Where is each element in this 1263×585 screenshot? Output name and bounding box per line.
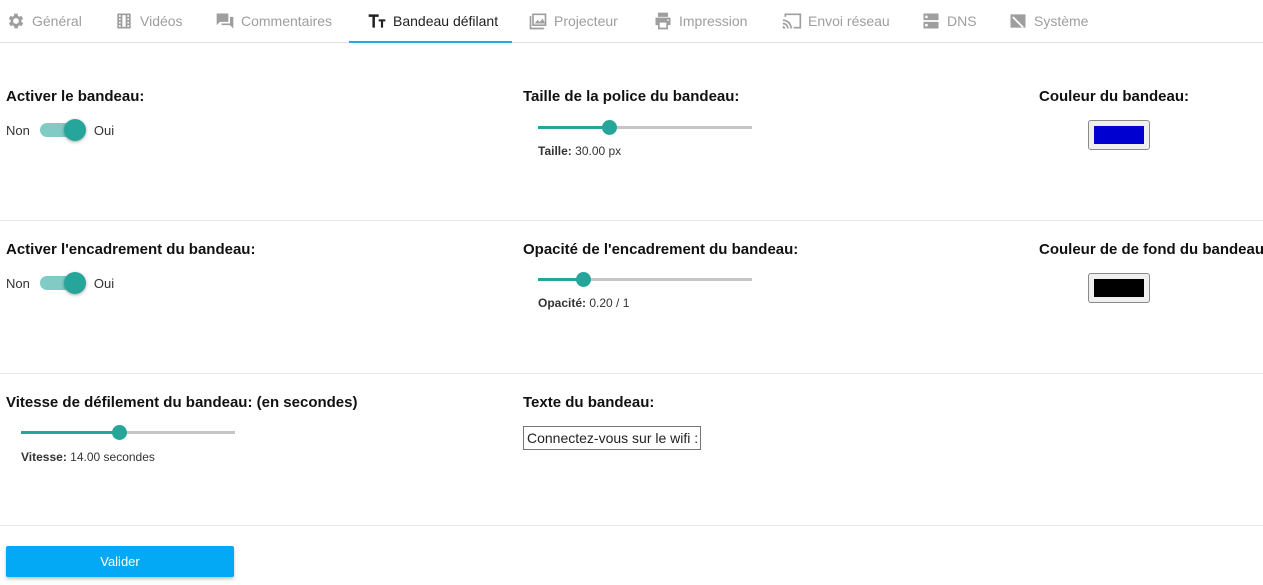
caption-key: Vitesse:	[21, 450, 67, 464]
frame-opacity-slider[interactable]	[538, 269, 752, 289]
switch-off-label: Non	[6, 275, 30, 291]
banner-color-swatch	[1094, 126, 1144, 144]
caption-value: 0.20 / 1	[589, 296, 630, 310]
cast-icon	[782, 11, 802, 31]
text-size-icon	[367, 11, 387, 31]
tab-label: Bandeau défilant	[393, 13, 499, 29]
tab-label: Impression	[679, 13, 748, 29]
background-color-swatch	[1094, 279, 1144, 297]
switch-thumb	[63, 272, 86, 294]
caption-value: 30.00 px	[575, 144, 622, 158]
comments-icon	[215, 11, 235, 31]
no-system-icon	[1008, 11, 1028, 31]
switch-off-label: Non	[6, 122, 30, 138]
tab-label: Commentaires	[241, 13, 333, 29]
banner-color-label: Couleur du bandeau:	[1039, 88, 1189, 105]
scroll-speed-label: Vitesse de défilement du bandeau: (en se…	[6, 394, 358, 411]
tab-projector[interactable]: Projecteur	[528, 0, 618, 42]
tab-label: Envoi réseau	[808, 13, 890, 29]
enable-banner-switch-row: Non Oui	[6, 119, 115, 141]
frame-opacity-label: Opacité de l'encadrement du bandeau:	[523, 241, 799, 258]
caption-key: Taille:	[538, 144, 572, 158]
film-icon	[114, 11, 134, 31]
font-size-value: Taille: 30.00 px	[538, 144, 621, 158]
font-size-label: Taille de la police du bandeau:	[523, 88, 740, 105]
caption-value: 14.00 secondes	[70, 450, 155, 464]
font-size-slider[interactable]	[538, 117, 752, 137]
printer-icon	[653, 11, 673, 31]
tab-comments[interactable]: Commentaires	[215, 0, 332, 42]
slider-fill	[21, 431, 120, 434]
enable-frame-switch-row: Non Oui	[6, 272, 115, 294]
tab-scrolling-banner[interactable]: Bandeau défilant	[348, 0, 513, 43]
tab-network-cast[interactable]: Envoi réseau	[782, 0, 890, 42]
banner-text-input[interactable]	[523, 426, 701, 450]
caption-key: Opacité:	[538, 296, 587, 310]
banner-text-label: Texte du bandeau:	[523, 394, 655, 411]
scroll-speed-value: Vitesse: 14.00 secondes	[21, 450, 155, 464]
slider-handle[interactable]	[575, 272, 591, 287]
tab-label: Système	[1034, 13, 1089, 29]
dns-icon	[921, 11, 941, 31]
tab-label: Général	[32, 13, 82, 29]
tab-print[interactable]: Impression	[653, 0, 747, 42]
switch-on-label: Oui	[93, 122, 115, 138]
section-divider	[0, 525, 1263, 526]
tab-dns[interactable]: DNS	[921, 0, 977, 42]
tab-videos[interactable]: Vidéos	[114, 0, 183, 42]
image-icon	[528, 11, 548, 31]
switch-thumb	[63, 119, 86, 141]
background-color-picker[interactable]	[1088, 273, 1150, 303]
gear-icon	[6, 11, 26, 31]
enable-frame-label: Activer l'encadrement du bandeau:	[6, 241, 256, 258]
tab-label: Vidéos	[140, 13, 183, 29]
section-divider	[0, 220, 1263, 221]
scroll-speed-slider[interactable]	[21, 422, 235, 442]
tab-label: Projecteur	[554, 13, 618, 29]
switch-on-label: Oui	[93, 275, 115, 291]
background-color-label: Couleur de de fond du bandeau:	[1039, 241, 1263, 258]
tab-label: DNS	[947, 13, 977, 29]
banner-color-picker[interactable]	[1088, 120, 1150, 150]
enable-banner-label: Activer le bandeau:	[6, 88, 145, 105]
section-divider	[0, 373, 1263, 374]
enable-frame-toggle[interactable]	[39, 272, 86, 294]
settings-tab-bar: Général Vidéos Commentaires Bandeau défi…	[0, 0, 1263, 43]
tab-general[interactable]: Général	[6, 0, 82, 42]
tab-system[interactable]: Système	[1008, 0, 1088, 42]
slider-fill	[538, 126, 609, 129]
slider-handle[interactable]	[601, 120, 617, 135]
submit-button[interactable]: Valider	[6, 546, 234, 577]
enable-banner-toggle[interactable]	[39, 119, 86, 141]
frame-opacity-value: Opacité: 0.20 / 1	[538, 296, 629, 310]
slider-handle[interactable]	[112, 425, 128, 440]
